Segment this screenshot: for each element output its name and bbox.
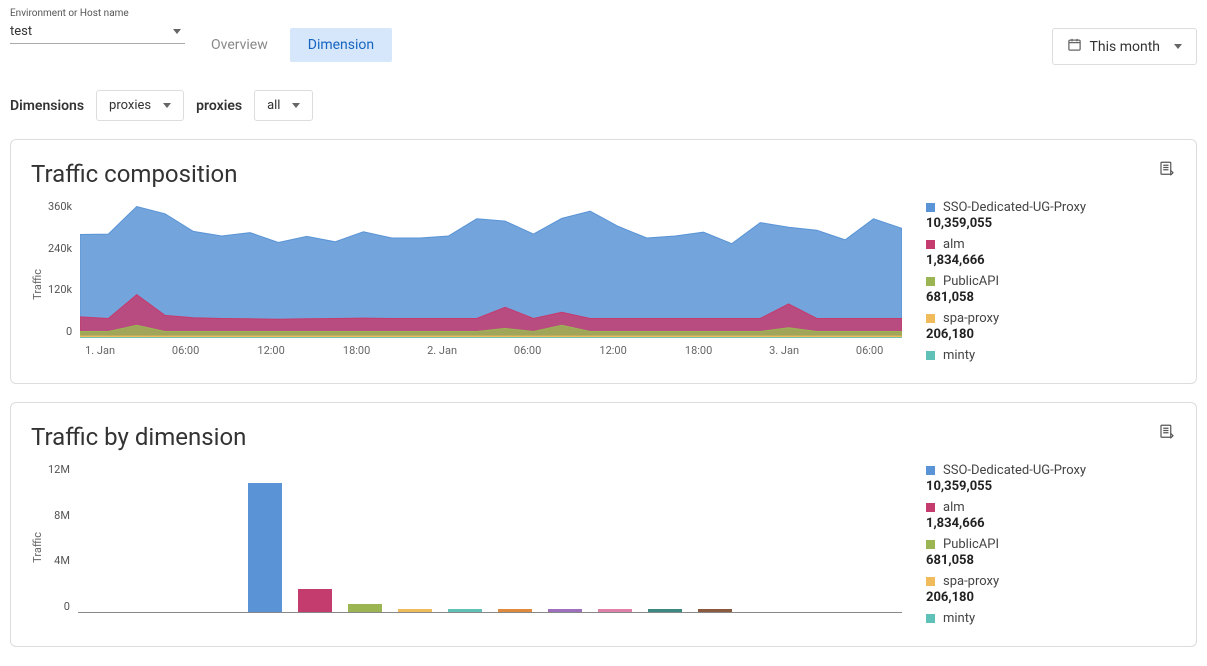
- legend-swatch: [926, 466, 935, 475]
- chevron-down-icon: [173, 29, 181, 34]
- legend-item[interactable]: spa-proxy206,180: [926, 311, 1176, 342]
- legend-item[interactable]: PublicAPI681,058: [926, 274, 1176, 305]
- legend-value: 681,058: [926, 553, 1176, 568]
- legend: SSO-Dedicated-UG-Proxy10,359,055 alm1,834…: [926, 200, 1176, 369]
- panel-title: Traffic by dimension: [31, 423, 1176, 451]
- area-chart[interactable]: [80, 200, 902, 338]
- legend-name: spa-proxy: [943, 311, 999, 326]
- legend-item[interactable]: SSO-Dedicated-UG-Proxy10,359,055: [926, 200, 1176, 231]
- legend-swatch: [926, 540, 935, 549]
- legend-item[interactable]: minty: [926, 348, 1176, 363]
- legend-swatch: [926, 503, 935, 512]
- env-label: Environment or Host name: [10, 8, 185, 19]
- legend-value: 10,359,055: [926, 479, 1176, 494]
- legend-name: alm: [943, 500, 965, 515]
- bar[interactable]: [398, 609, 432, 612]
- bar[interactable]: [598, 609, 632, 612]
- legend-name: minty: [943, 348, 975, 363]
- legend-item[interactable]: PublicAPI681,058: [926, 537, 1176, 568]
- panel-menu-button[interactable]: [1158, 423, 1176, 445]
- bar[interactable]: [648, 609, 682, 612]
- legend-swatch: [926, 240, 935, 249]
- proxies-value: all: [267, 98, 280, 113]
- time-range-label: This month: [1090, 39, 1160, 55]
- bar[interactable]: [298, 589, 332, 612]
- legend-swatch: [926, 577, 935, 586]
- chevron-down-icon: [1174, 44, 1182, 49]
- tab-overview[interactable]: Overview: [193, 28, 286, 62]
- dimensions-value: proxies: [109, 98, 151, 113]
- legend-name: PublicAPI: [943, 537, 999, 552]
- y-axis-ticks: 360k240k120k0: [48, 200, 80, 338]
- bar[interactable]: [348, 604, 382, 612]
- calendar-icon: [1067, 37, 1082, 56]
- proxies-select[interactable]: all: [254, 90, 313, 121]
- legend-swatch: [926, 614, 935, 623]
- legend-swatch: [926, 314, 935, 323]
- panel-traffic-by-dimension: Traffic by dimension Traffic 12M8M4M0 SS…: [10, 402, 1197, 647]
- time-range-picker[interactable]: This month: [1052, 28, 1197, 65]
- legend-name: alm: [943, 237, 965, 252]
- legend-value: 1,834,666: [926, 516, 1176, 531]
- chevron-down-icon: [163, 103, 171, 108]
- legend-item[interactable]: alm1,834,666: [926, 500, 1176, 531]
- bar-chart[interactable]: [78, 463, 902, 613]
- legend-swatch: [926, 351, 935, 360]
- bar[interactable]: [248, 483, 282, 612]
- chevron-down-icon: [292, 103, 300, 108]
- x-axis-ticks: 1. Jan06:0012:0018:002. Jan06:0012:0018:…: [92, 344, 902, 360]
- env-select[interactable]: test: [10, 22, 185, 44]
- panel-title: Traffic composition: [31, 160, 1176, 188]
- y-axis-title: Traffic: [31, 532, 44, 563]
- dimensions-select[interactable]: proxies: [96, 90, 184, 121]
- proxies-label: proxies: [196, 98, 242, 114]
- legend-value: 681,058: [926, 290, 1176, 305]
- bar[interactable]: [448, 609, 482, 612]
- y-axis-title: Traffic: [31, 269, 44, 300]
- legend: SSO-Dedicated-UG-Proxy10,359,055 alm1,834…: [926, 463, 1176, 632]
- dimensions-label: Dimensions: [10, 98, 84, 114]
- legend-value: 206,180: [926, 590, 1176, 605]
- legend-name: minty: [943, 611, 975, 626]
- legend-swatch: [926, 277, 935, 286]
- y-axis-ticks: 12M8M4M0: [48, 463, 78, 613]
- legend-value: 10,359,055: [926, 216, 1176, 231]
- legend-item[interactable]: spa-proxy206,180: [926, 574, 1176, 605]
- tab-dimension[interactable]: Dimension: [290, 28, 392, 62]
- legend-name: SSO-Dedicated-UG-Proxy: [943, 463, 1086, 478]
- panel-menu-button[interactable]: [1158, 160, 1176, 182]
- bar[interactable]: [698, 609, 732, 612]
- legend-value: 206,180: [926, 327, 1176, 342]
- legend-value: 1,834,666: [926, 253, 1176, 268]
- legend-item[interactable]: minty: [926, 611, 1176, 626]
- bar[interactable]: [498, 609, 532, 612]
- legend-item[interactable]: alm1,834,666: [926, 237, 1176, 268]
- bar[interactable]: [548, 609, 582, 612]
- panel-traffic-composition: Traffic composition Traffic 360k240k120k…: [10, 139, 1197, 384]
- legend-name: PublicAPI: [943, 274, 999, 289]
- legend-name: SSO-Dedicated-UG-Proxy: [943, 200, 1086, 215]
- legend-name: spa-proxy: [943, 574, 999, 589]
- env-value: test: [10, 24, 32, 39]
- legend-swatch: [926, 203, 935, 212]
- legend-item[interactable]: SSO-Dedicated-UG-Proxy10,359,055: [926, 463, 1176, 494]
